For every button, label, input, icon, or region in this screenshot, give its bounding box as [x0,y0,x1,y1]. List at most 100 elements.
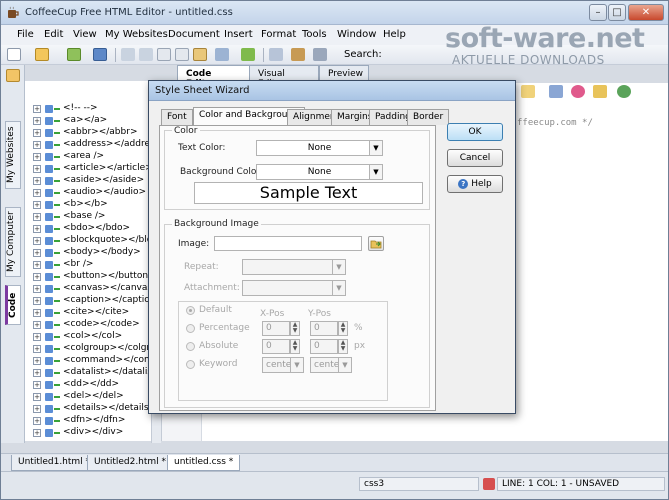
find-icon[interactable] [215,48,229,61]
tag-icon [45,201,60,209]
absolute-y-input[interactable]: 0 [310,339,338,354]
tag-icon [45,285,60,293]
background-color-select[interactable]: None ▼ [256,164,383,180]
help-button[interactable]: ? Help [447,175,503,193]
chevron-down-icon: ▼ [369,165,382,179]
soft-ware-tagline: AKTUELLE DOWNLOADS [452,53,605,67]
tag-icon [45,141,60,149]
radio-keyword[interactable] [186,360,195,369]
percentage-x-spinner[interactable]: ▲ ▼ [290,321,300,336]
percentage-y-spinner[interactable]: ▲ ▼ [338,321,348,336]
radio-default[interactable] [186,306,195,315]
list-icon[interactable] [549,85,563,98]
radio-absolute[interactable] [186,342,195,351]
menu-insert[interactable]: Insert [224,29,253,40]
tab-my-websites[interactable]: My Websites [5,121,21,189]
new-file-icon[interactable] [7,48,21,61]
x-pos-label: X-Pos [260,309,285,319]
maximize-button[interactable]: □ [608,4,626,21]
percentage-x-input[interactable]: 0 [262,321,290,336]
ok-button[interactable]: OK [447,123,503,141]
paste-icon[interactable] [193,48,207,61]
spellcheck-icon[interactable] [241,48,255,61]
background-image-label: Background Image [172,219,261,229]
doc-tab-untitled2[interactable]: Untitled2.html * [87,455,174,471]
image-label: Image: [178,239,210,249]
copy-icon[interactable] [175,48,189,61]
absolute-x-spinner[interactable]: ▲ ▼ [290,339,300,354]
coffeecup-app-icon [8,6,19,18]
menu-edit[interactable]: Edit [44,29,63,40]
toolbar-divider [263,48,264,62]
menu-format[interactable]: Format [261,29,296,40]
minimize-button[interactable]: – [589,4,607,21]
document-tabs: Untitled1.html * Untitled2.html * untitl… [1,453,668,471]
attachment-select[interactable]: ▼ [242,280,346,296]
radio-percentage[interactable] [186,324,195,333]
doc-tab-untitled1[interactable]: Untitled1.html * [11,455,98,471]
doc-tab-untitled-css[interactable]: untitled.css * [167,455,241,471]
tag-icon [45,369,60,377]
absolute-y-spinner[interactable]: ▲ ▼ [338,339,348,354]
color-group-label: Color [172,126,200,136]
absolute-x-input[interactable]: 0 [262,339,290,354]
chevron-down-icon: ▼ [338,358,351,372]
background-color-label: Background Color: [180,167,263,177]
option-absolute-label: Absolute [199,341,239,351]
color-wheel-icon[interactable] [571,85,585,98]
tab-my-computer[interactable]: My Computer [5,207,21,277]
menu-tools[interactable]: Tools [302,29,327,40]
text-color-select[interactable]: None ▼ [256,140,383,156]
image-path-input[interactable] [214,236,362,251]
menu-my-websites[interactable]: My Websites [105,29,168,40]
chevron-down-icon: ▼ [369,141,382,155]
search-label: Search: [344,49,382,60]
option-default-label: Default [199,305,232,315]
undo-icon[interactable] [121,48,135,61]
tab-font[interactable]: Font [161,109,193,125]
option-percentage-label: Percentage [199,323,250,333]
layout-icon[interactable] [269,48,283,61]
tag-icon [45,273,60,281]
tag-icon [45,189,60,197]
save-icon[interactable] [67,48,81,61]
redo-icon[interactable] [139,48,153,61]
globe-icon[interactable] [617,85,631,98]
window-title: CoffeeCup Free HTML Editor - untitled.cs… [25,7,233,18]
repeat-label: Repeat: [184,262,219,272]
menu-help[interactable]: Help [383,29,406,40]
tab-border[interactable]: Border [407,109,450,125]
panel-options-icon[interactable] [6,69,20,82]
chevron-down-icon: ▼ [332,281,345,295]
tab-code[interactable]: Code [5,285,21,325]
tag-icon [45,165,60,173]
left-side-tabs: My Websites My Computer Code [1,65,25,443]
menu-view[interactable]: View [73,29,97,40]
code-comment-fragment: ffeecup.com */ [517,118,593,128]
image-icon[interactable] [593,85,607,98]
menu-window[interactable]: Window [337,29,376,40]
keyword-y-select[interactable]: center ▼ [310,357,352,373]
absolute-unit: px [354,341,366,351]
percentage-unit: % [354,323,363,333]
tag-icon [45,237,60,245]
cancel-button[interactable]: Cancel [447,149,503,167]
cut-icon[interactable] [157,48,171,61]
tools-icon[interactable] [291,48,305,61]
settings-gear-icon[interactable] [313,48,327,61]
status-bar: css3 LINE: 1 COL: 1 - UNSAVED [1,471,668,499]
close-window-button[interactable]: ✕ [628,4,664,21]
percentage-y-input[interactable]: 0 [310,321,338,336]
browse-image-button[interactable] [368,236,384,251]
help-icon: ? [458,179,469,189]
menu-document[interactable]: Document [168,29,220,40]
menu-file[interactable]: File [17,29,34,40]
repeat-select[interactable]: ▼ [242,259,346,275]
keyword-x-select[interactable]: center ▼ [262,357,304,373]
sample-text-preview: Sample Text [194,182,423,204]
open-folder-icon[interactable] [35,48,49,61]
upload-icon[interactable] [93,48,107,61]
edit-icon[interactable] [521,85,535,98]
tag-icon [45,177,60,185]
tag-icon [45,117,60,125]
